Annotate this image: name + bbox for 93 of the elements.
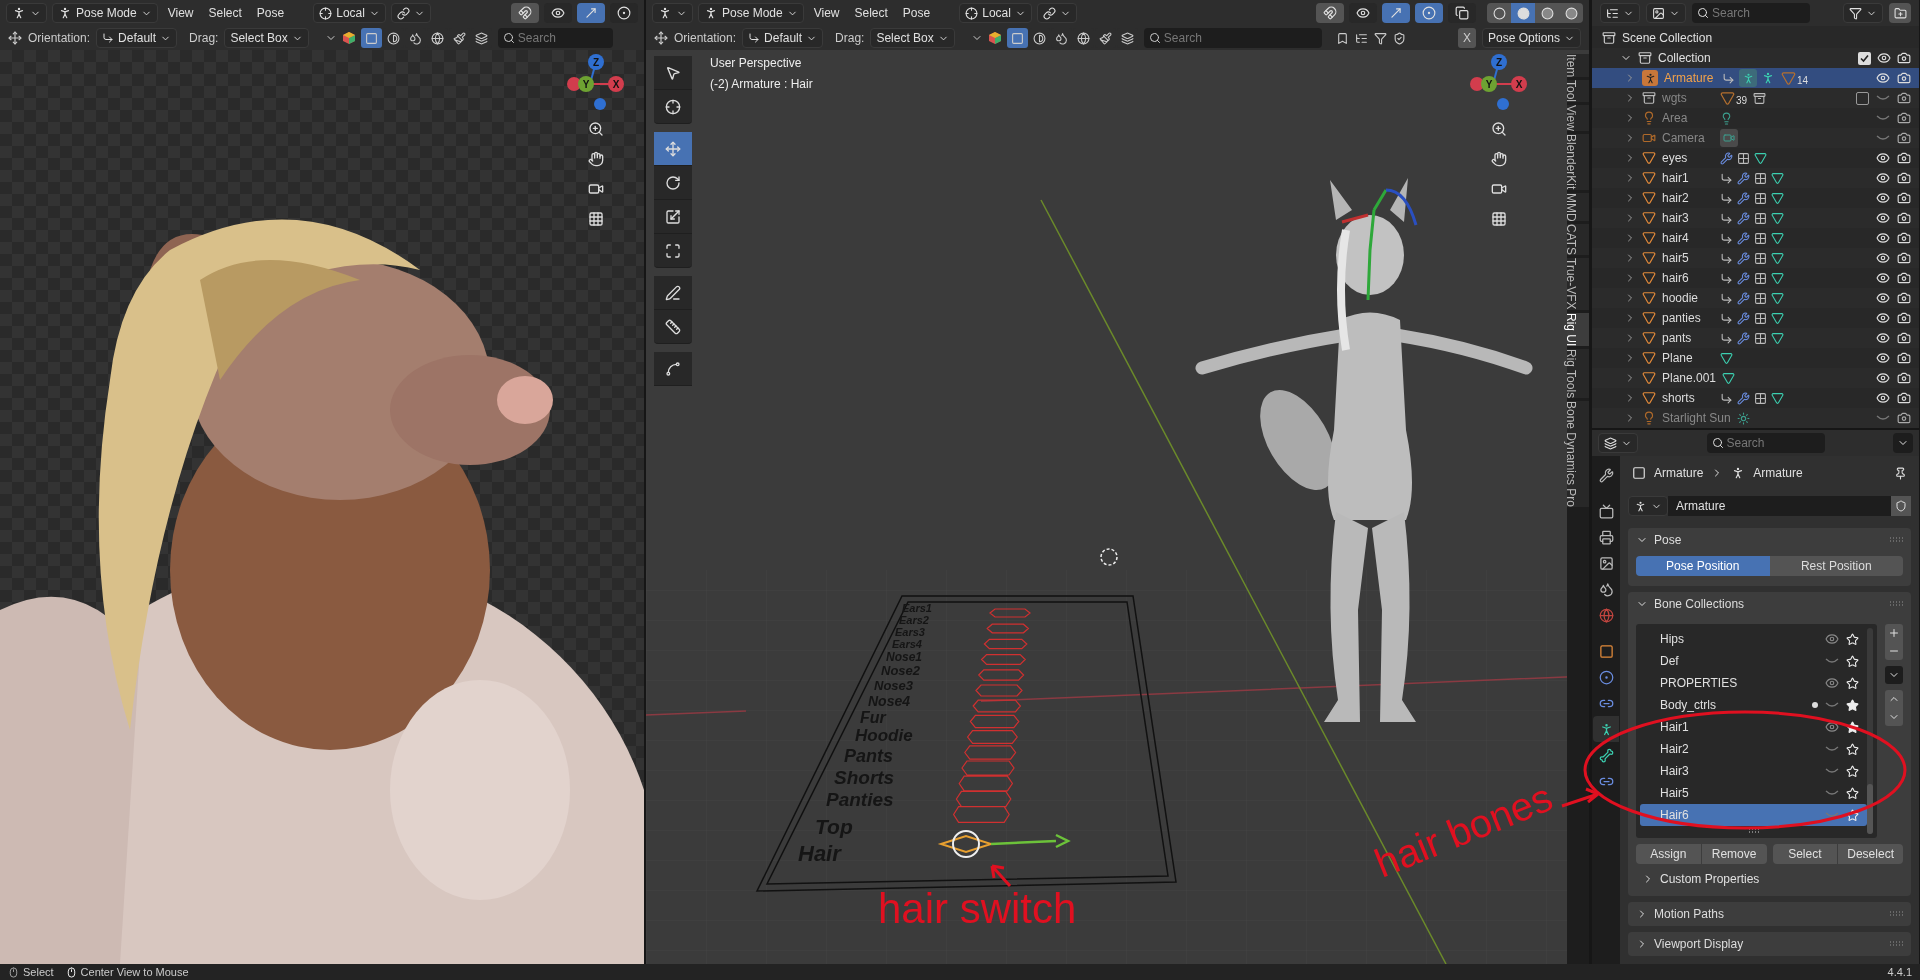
field-label: Orientation:	[674, 30, 737, 47]
sidebar-tab[interactable]: True-VFX	[1567, 258, 1589, 310]
drag-dropdown[interactable]: Select Box	[224, 28, 309, 48]
assign-button[interactable]: Assign	[1636, 844, 1701, 864]
tree-item-label: hair2	[1662, 190, 1690, 207]
tree-item-label: wgts	[1662, 90, 1688, 107]
status-text: Center View to Mouse	[80, 964, 189, 980]
tree-item-label: hair4	[1662, 230, 1690, 247]
menu-item[interactable]: Select	[849, 4, 893, 22]
field-label: Drag:	[189, 30, 219, 47]
status-text: Select	[23, 964, 54, 980]
tree-item-label: Camera	[1662, 130, 1706, 147]
menu-item[interactable]: Pose	[251, 4, 290, 22]
menu-item[interactable]: Select	[203, 4, 247, 22]
orientation-dropdown[interactable]: Default	[96, 28, 178, 48]
list-item-label: Hair2	[1660, 741, 1690, 758]
field-label: Orientation:	[28, 30, 91, 47]
tree-item-label: Plane	[1662, 350, 1694, 367]
list-row[interactable]: PROPERTIES	[1640, 672, 1867, 694]
list-row[interactable]: Hair3	[1640, 760, 1867, 782]
breadcrumb-item: Armature	[1654, 465, 1704, 482]
search-field[interactable]: Search	[497, 28, 613, 48]
count-badge: 14	[1781, 70, 1809, 86]
annotation-text: hair bones	[1369, 776, 1558, 884]
list-item-label: Def	[1660, 653, 1680, 670]
search-field[interactable]: Search	[1706, 433, 1825, 453]
menu-item[interactable]: Pose	[897, 4, 936, 22]
tree-item-label: hair6	[1662, 270, 1690, 287]
list-item-label: Body_ctrls	[1660, 697, 1718, 714]
clear-button[interactable]: X	[1457, 28, 1476, 48]
count-badge: 39	[1720, 90, 1748, 106]
sidebar-tab[interactable]: View	[1567, 105, 1589, 132]
mode-dropdown[interactable]: Pose Mode	[698, 3, 804, 23]
search-field[interactable]: Search	[1692, 3, 1810, 23]
tree-item-label: Starlight Sun	[1662, 410, 1731, 427]
tree-item-label: Collection	[1658, 50, 1711, 67]
list-row[interactable]: Def	[1640, 650, 1867, 672]
list-item-label: PROPERTIES	[1660, 675, 1739, 692]
sidebar-tab[interactable]: Tool	[1567, 80, 1589, 103]
tree-item-label: hair1	[1662, 170, 1690, 187]
remove-button[interactable]: Remove	[1701, 844, 1767, 864]
segment-button[interactable]: Pose Position	[1636, 556, 1770, 576]
panel-header[interactable]: Bone Collections	[1628, 592, 1911, 616]
drag-dropdown[interactable]: Select Box	[870, 28, 955, 48]
orientation-dropdown[interactable]: Default	[742, 28, 824, 48]
select-button[interactable]: Select	[1772, 844, 1838, 864]
list-row[interactable]: Body_ctrls	[1640, 694, 1867, 716]
mode-dropdown[interactable]: Pose Mode	[52, 3, 158, 23]
tree-item-label: eyes	[1662, 150, 1689, 167]
list-item-label: Hair3	[1660, 763, 1690, 780]
sidebar-tab[interactable]: BlenderKit	[1567, 134, 1589, 190]
tree-item-label: Plane.001	[1662, 370, 1717, 387]
list-row[interactable]: Hair5	[1640, 782, 1867, 804]
tree-item-label: shorts	[1662, 390, 1696, 407]
outliner-row[interactable]: Armature 14	[1592, 68, 1919, 88]
deselect-button[interactable]: Deselect	[1838, 844, 1903, 864]
sidebar-tab[interactable]: CATS	[1567, 224, 1589, 256]
tree-item-label: hair3	[1662, 210, 1690, 227]
breadcrumb-item: Armature	[1753, 465, 1803, 482]
panel-header[interactable]: Motion Paths	[1628, 902, 1911, 926]
subpanel-header[interactable]: Custom Properties	[1642, 868, 1760, 890]
tree-item-label: hair5	[1662, 250, 1690, 267]
viewport-info-text: (-2) Armature : Hair	[710, 76, 813, 93]
list-row[interactable]: Hips	[1640, 628, 1867, 650]
pivot-dropdown[interactable]: Local	[959, 3, 1032, 23]
pivot-dropdown[interactable]: Local	[313, 3, 386, 23]
tree-item-label: pants	[1662, 330, 1693, 347]
viewport-info-text: User Perspective	[710, 55, 803, 72]
list-row[interactable]: Hair6	[1640, 804, 1867, 826]
pose-options-dropdown[interactable]: Pose Options	[1481, 28, 1581, 48]
annotation-text: hair switch	[878, 888, 1077, 930]
tree-item-label: Scene Collection	[1622, 30, 1713, 47]
list-item-label: Hair6	[1660, 807, 1690, 824]
menu-item[interactable]: View	[808, 4, 845, 22]
tree-item-label: panties	[1662, 310, 1702, 327]
panel-header[interactable]: Viewport Display	[1628, 932, 1911, 956]
search-field[interactable]: Search	[1143, 28, 1322, 48]
tree-item-label: Area	[1662, 110, 1689, 127]
sidebar-tab[interactable]: MMD	[1567, 192, 1589, 222]
panel-header[interactable]: Pose	[1628, 528, 1911, 552]
tree-item-label: hoodie	[1662, 290, 1700, 307]
list-item-label: Hair5	[1660, 785, 1690, 802]
list-row[interactable]: Hair1	[1640, 716, 1867, 738]
list-item-label: Hair1	[1660, 719, 1690, 736]
field-label: Drag:	[835, 30, 865, 47]
list-item-label: Hips	[1660, 631, 1685, 648]
sidebar-tab[interactable]: Item	[1567, 54, 1589, 78]
list-row[interactable]: Hair2	[1640, 738, 1867, 760]
menu-item[interactable]: View	[162, 4, 199, 22]
name-field[interactable]: Armature	[1668, 496, 1891, 516]
segment-button[interactable]: Rest Position	[1769, 556, 1903, 576]
tree-item-label: Armature	[1664, 70, 1715, 87]
version-text: 4.4.1	[1887, 964, 1912, 980]
